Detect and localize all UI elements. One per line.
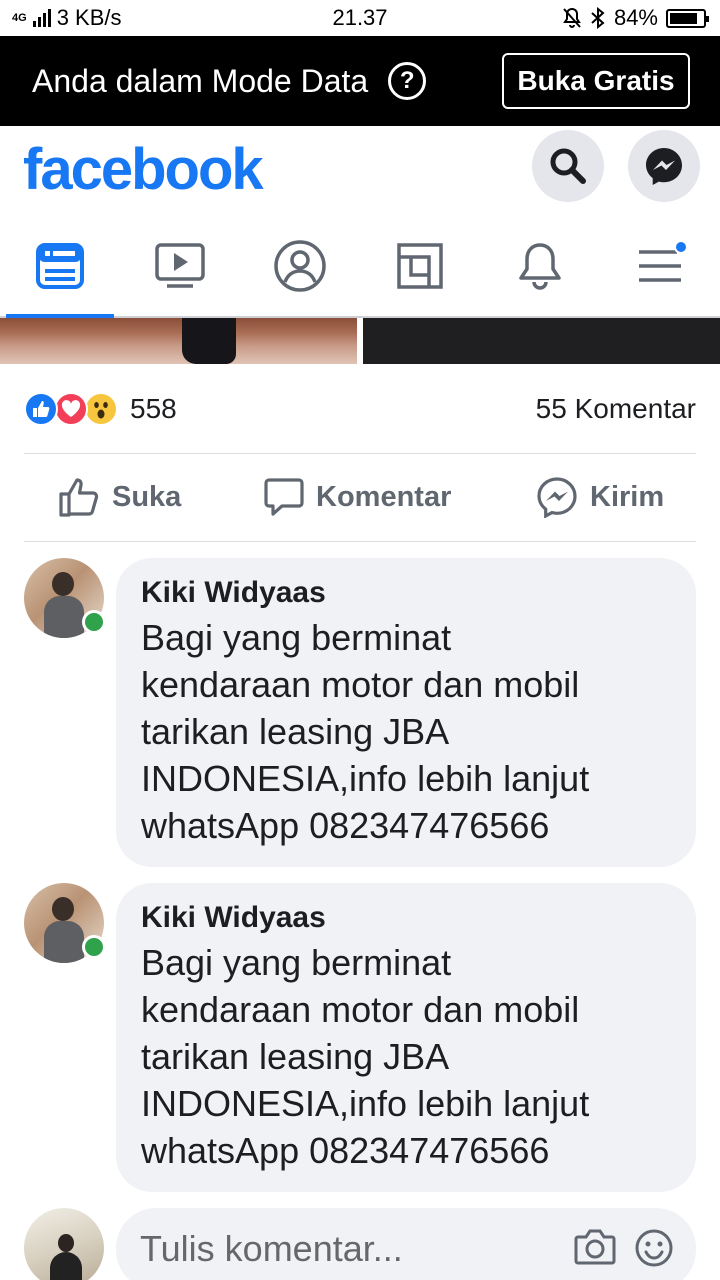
emoji-icon[interactable] — [634, 1228, 674, 1268]
comment-text-line: Bagi yang berminat — [141, 617, 452, 658]
comment-text-line: tarikan leasing JBA — [141, 711, 450, 752]
like-label: Suka — [112, 480, 182, 513]
tab-menu[interactable] — [606, 216, 714, 316]
status-bar: 4G 3 KB/s 21.37 84% — [0, 0, 720, 36]
comment-input-placeholder: Tulis komentar... — [140, 1228, 403, 1269]
free-mode-button[interactable]: Buka Gratis — [502, 53, 690, 109]
comment-text-line: kendaraan motor dan mobil — [141, 989, 580, 1030]
comment-author[interactable]: Kiki Widyaas — [141, 572, 672, 614]
tab-bar — [0, 216, 720, 318]
bluetooth-icon — [591, 7, 605, 29]
comment-count[interactable]: 55 Komentar — [536, 393, 696, 425]
like-reaction-icon — [24, 392, 58, 426]
messenger-button[interactable] — [628, 130, 700, 202]
mute-bell-icon — [563, 7, 581, 28]
tab-pages[interactable] — [366, 216, 474, 316]
love-reaction-icon — [54, 392, 88, 426]
bell-icon — [519, 243, 561, 290]
comment-text-line: Bagi yang berminat — [141, 942, 452, 983]
profile-icon — [274, 240, 326, 292]
search-icon — [550, 148, 586, 184]
wow-reaction-icon — [84, 392, 118, 426]
data-mode-text: Anda dalam Mode Data — [32, 62, 369, 99]
avatar — [24, 1208, 104, 1280]
comment-text-line: INDONESIA,info lebih lanjut — [141, 758, 590, 799]
network-speed: 3 KB/s — [56, 5, 122, 30]
battery-icon — [666, 8, 709, 28]
comment-label: Komentar — [316, 480, 452, 513]
battery-percent: 84% — [613, 5, 658, 30]
comment-composer: Tulis komentar... — [0, 1206, 720, 1280]
facebook-logo[interactable]: facebook — [23, 136, 264, 203]
tab-notifications[interactable] — [486, 216, 594, 316]
like-button[interactable]: Suka — [58, 454, 181, 540]
comment-bubble[interactable]: Kiki Widyaas Bagi yang berminat kendaraa… — [116, 883, 696, 1192]
comment-text-line: kendaraan motor dan mobil — [141, 664, 580, 705]
comment-bubble-icon — [264, 478, 304, 516]
send-label: Kirim — [590, 480, 665, 513]
app-header: facebook — [0, 126, 720, 216]
news-feed-icon — [36, 243, 84, 289]
tab-profile[interactable] — [246, 216, 354, 316]
comment-text-line: tarikan leasing JBA — [141, 1036, 450, 1077]
video-icon — [155, 243, 205, 288]
commenter-avatar[interactable] — [24, 558, 106, 638]
comment-author[interactable]: Kiki Widyaas — [141, 897, 672, 939]
comment-text-line: whatsApp 082347476566 — [141, 805, 550, 846]
messenger-icon — [646, 148, 682, 185]
reactions-summary[interactable]: 558 55 Komentar — [24, 386, 696, 432]
post-image-right[interactable] — [363, 318, 720, 364]
post-actions: Suka Komentar Kirim — [0, 454, 720, 540]
menu-badge — [674, 240, 688, 254]
signal-icon — [32, 9, 51, 27]
tab-watch[interactable] — [126, 216, 234, 316]
reaction-count: 558 — [130, 393, 177, 424]
send-button[interactable]: Kirim — [536, 454, 664, 540]
comment-bubble[interactable]: Kiki Widyaas Bagi yang berminat kendaraa… — [116, 558, 696, 867]
data-mode-banner: Anda dalam Mode Data ? Buka Gratis — [0, 36, 720, 126]
pages-icon — [397, 243, 443, 289]
comment-text-line: whatsApp 082347476566 — [141, 1130, 550, 1171]
my-avatar[interactable] — [24, 1208, 104, 1280]
clock: 21.37 — [332, 5, 388, 30]
tab-news-feed[interactable] — [6, 216, 114, 316]
comment-button[interactable]: Komentar — [264, 454, 451, 540]
online-status-indicator — [82, 935, 106, 959]
thumbs-up-icon — [59, 478, 99, 517]
help-icon[interactable]: ? — [388, 62, 427, 100]
network-type: 4G — [12, 12, 27, 24]
battery-fill — [670, 12, 697, 24]
camera-icon[interactable] — [574, 1228, 616, 1266]
reaction-icons — [24, 392, 118, 426]
comment-text-line: INDONESIA,info lebih lanjut — [141, 1083, 590, 1124]
post-images[interactable] — [0, 318, 720, 364]
search-button[interactable] — [532, 130, 604, 202]
divider — [24, 541, 696, 542]
commenter-avatar[interactable] — [24, 883, 106, 963]
post-image-detail — [182, 318, 236, 364]
online-status-indicator — [82, 610, 106, 634]
status-left: 4G 3 KB/s — [12, 5, 122, 31]
post-image-left[interactable] — [0, 318, 357, 364]
messenger-outline-icon — [537, 477, 577, 518]
composer-icons — [574, 1228, 674, 1268]
status-right: 84% — [562, 5, 709, 31]
